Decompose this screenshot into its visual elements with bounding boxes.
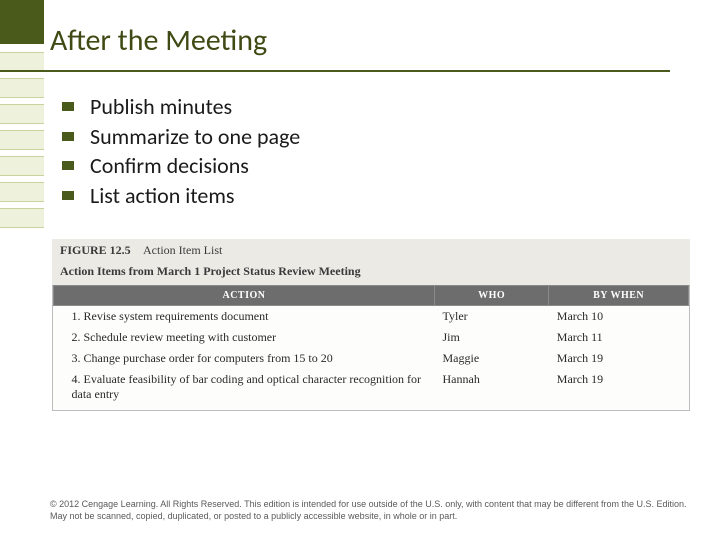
figure-block: FIGURE 12.5 Action Item List Action Item… [52,239,690,411]
action-table: ACTION WHO BY WHEN 1. Revise system requ… [53,285,689,410]
cell-who: Tyler [435,305,549,327]
slide-title: After the Meeting [50,22,700,67]
cell-when: March 10 [549,305,689,327]
cell-action: 3. Change purchase order for computers f… [54,348,435,369]
cell-when: March 19 [549,369,689,410]
table-row: 1. Revise system requirements document T… [54,305,689,327]
table-row: 4. Evaluate feasibility of bar coding an… [54,369,689,410]
title-underline [0,70,670,72]
copyright-text: © 2012 Cengage Learning. All Rights Rese… [50,498,696,522]
list-item: Publish minutes [62,92,700,122]
table-row: 3. Change purchase order for computers f… [54,348,689,369]
side-decoration [0,52,44,234]
table-row: 2. Schedule review meeting with customer… [54,327,689,348]
bullet-list: Publish minutes Summarize to one page Co… [62,92,700,211]
cell-who: Jim [435,327,549,348]
figure-subtitle: Action Items from March 1 Project Status… [52,262,690,285]
cell-action: 4. Evaluate feasibility of bar coding an… [54,369,435,410]
corner-accent [0,0,44,44]
cell-who: Maggie [435,348,549,369]
table-header-row: ACTION WHO BY WHEN [54,285,689,305]
list-item: Summarize to one page [62,122,700,152]
cell-when: March 11 [549,327,689,348]
col-action: ACTION [54,285,435,305]
figure-label: FIGURE 12.5 Action Item List [52,239,690,262]
figure-number: FIGURE 12.5 [60,243,131,257]
action-table-wrap: ACTION WHO BY WHEN 1. Revise system requ… [52,285,690,411]
cell-who: Hannah [435,369,549,410]
col-who: WHO [435,285,549,305]
slide-body: Publish minutes Summarize to one page Co… [50,92,700,530]
col-when: BY WHEN [549,285,689,305]
cell-action: 1. Revise system requirements document [54,305,435,327]
list-item: Confirm decisions [62,151,700,181]
list-item: List action items [62,181,700,211]
cell-action: 2. Schedule review meeting with customer [54,327,435,348]
figure-title: Action Item List [143,243,222,257]
cell-when: March 19 [549,348,689,369]
